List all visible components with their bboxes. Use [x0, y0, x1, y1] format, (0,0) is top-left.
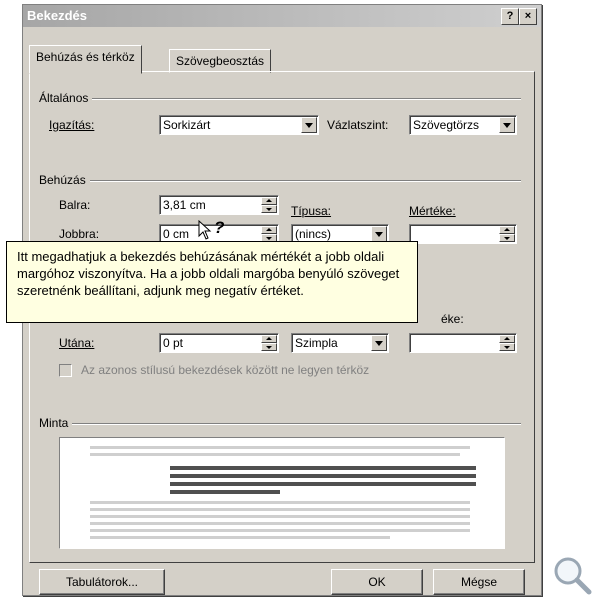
preview-box: [59, 437, 505, 549]
alignment-select[interactable]: Sorkizárt: [159, 115, 319, 135]
help-tooltip: Itt megadhatjuk a bekezdés behúzásának m…: [6, 241, 418, 323]
tabs-button[interactable]: Tabulátorok...: [39, 569, 165, 595]
general-divider: [39, 98, 521, 100]
space-after-value: 0 pt: [163, 336, 184, 350]
indent-right-label: Jobbra:: [59, 227, 100, 241]
preview-divider: [39, 423, 521, 425]
mouse-pointer-icon: [198, 220, 212, 240]
whats-this-icon: ?: [214, 218, 225, 237]
line-spacing-select[interactable]: Szimpla: [291, 333, 389, 353]
indentation-heading: Behúzás: [39, 173, 90, 187]
no-space-checkbox[interactable]: [59, 364, 72, 377]
indent-right-value: 0 cm: [163, 227, 190, 241]
chevron-down-icon[interactable]: [371, 335, 387, 351]
indent-left-value: 3,81 cm: [163, 198, 206, 212]
window-title: Bekezdés: [27, 8, 87, 23]
indentation-divider: [39, 180, 521, 182]
general-heading: Általános: [39, 91, 93, 105]
no-space-label: Az azonos stílusú bekezdések között ne l…: [81, 363, 370, 377]
tooltip-text: Itt megadhatjuk a bekezdés behúzásának m…: [17, 249, 400, 298]
indent-left-label: Balra:: [59, 198, 91, 212]
space-after-spinner[interactable]: [261, 335, 277, 351]
tab-indent-spacing[interactable]: Behúzás és térköz: [29, 45, 142, 74]
outline-level-select[interactable]: Szövegtörzs: [409, 115, 517, 135]
outline-level-label: Vázlatszint:: [327, 118, 389, 132]
line-spacing-value: Szimpla: [295, 336, 338, 350]
indent-left-spinner[interactable]: [261, 197, 277, 213]
indent-measure-field[interactable]: [409, 224, 517, 244]
help-button[interactable]: ?: [501, 8, 519, 25]
alignment-label: Igazítás:: [49, 118, 95, 132]
magnifier-icon[interactable]: [551, 554, 593, 596]
preview-heading: Minta: [39, 416, 73, 430]
indent-measure-label: Mértéke:: [409, 204, 456, 218]
chevron-down-icon[interactable]: [301, 117, 317, 133]
ok-button[interactable]: OK: [331, 569, 423, 595]
tab-line-page-breaks[interactable]: Szövegbeosztás: [169, 49, 272, 73]
line-measure-spinner[interactable]: [499, 335, 515, 351]
outline-level-value: Szövegtörzs: [413, 118, 480, 132]
indent-left-field[interactable]: 3,81 cm: [159, 195, 279, 215]
space-after-field[interactable]: 0 pt: [159, 333, 279, 353]
alignment-value: Sorkizárt: [163, 118, 211, 132]
indent-measure-spinner[interactable]: [499, 226, 515, 242]
line-measure-field[interactable]: [409, 333, 517, 353]
chevron-down-icon[interactable]: [371, 226, 387, 242]
special-type-value: (nincs): [295, 227, 332, 241]
cancel-button[interactable]: Mégse: [433, 569, 525, 595]
line-measure-label: éke:: [441, 312, 464, 326]
space-after-label: Utána:: [59, 336, 95, 350]
indent-right-spinner[interactable]: [261, 226, 277, 242]
chevron-down-icon[interactable]: [499, 117, 515, 133]
title-bar: Bekezdés ? ×: [23, 5, 541, 27]
close-button[interactable]: ×: [519, 8, 537, 25]
special-type-label: Típusa:: [291, 204, 332, 218]
